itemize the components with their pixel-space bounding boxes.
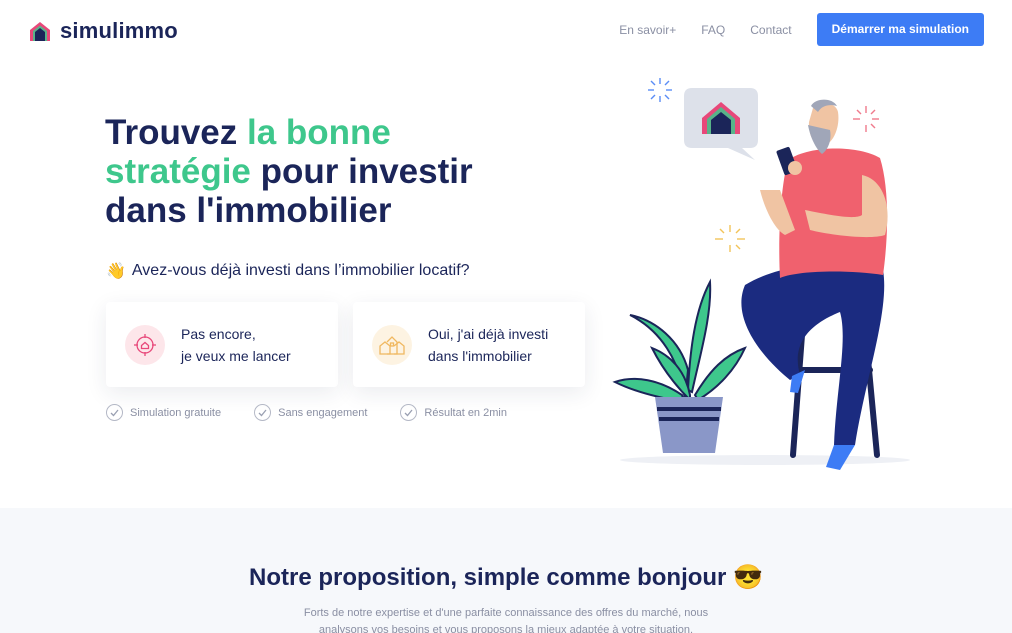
- option-already-invested[interactable]: Oui, j'ai déjà investi dans l'immobilier: [353, 302, 585, 387]
- check-icon: [400, 404, 418, 421]
- logo[interactable]: simulimmo: [28, 18, 178, 44]
- nav-en-savoir[interactable]: En savoir+: [619, 23, 676, 37]
- option-already-invested-label: Oui, j'ai déjà investi dans l'immobilier: [428, 323, 548, 367]
- header: simulimmo En savoir+ FAQ Contact Démarre…: [0, 0, 1012, 60]
- start-simulation-button[interactable]: Démarrer ma simulation: [816, 13, 984, 46]
- houses-icon: [372, 324, 412, 365]
- nav-faq[interactable]: FAQ: [701, 23, 725, 37]
- option-not-yet-line1: Pas encore,: [181, 325, 256, 342]
- sparkle-blue: [648, 78, 672, 102]
- option-already-invested-line2: dans l'immobilier: [428, 347, 532, 364]
- waving-hand-icon: 👋: [106, 263, 126, 280]
- hero-title: Trouvez la bonne stratégie pour investir…: [105, 113, 525, 230]
- speech-bubble: [684, 88, 758, 160]
- check-icon: [106, 404, 123, 421]
- plant: [612, 278, 747, 453]
- investment-question: 👋 Avez-vous déjà investi dans l’immobili…: [106, 261, 470, 281]
- sparkle-yellow: [715, 225, 745, 252]
- proposition-title: Notre proposition, simple comme bonjour …: [249, 564, 763, 591]
- proposition-text: Forts de notre expertise et d'une parfai…: [303, 607, 709, 633]
- option-already-invested-line1: Oui, j'ai déjà investi: [428, 325, 549, 342]
- nav-contact[interactable]: Contact: [750, 23, 791, 37]
- hero-title-part1: Trouvez: [105, 113, 247, 152]
- feature-item: Sans engagement: [254, 404, 367, 421]
- sparkle-pink: [853, 106, 879, 132]
- feature-item: Simulation gratuite: [106, 404, 221, 421]
- feature-label: Résultat en 2min: [424, 406, 507, 419]
- hero-illustration: [612, 78, 910, 470]
- question-text: Avez-vous déjà investi dans l’immobilier…: [131, 262, 470, 279]
- option-not-yet[interactable]: Pas encore, je veux me lancer: [106, 302, 338, 387]
- feature-label: Simulation gratuite: [130, 406, 222, 419]
- feature-label: Sans engagement: [278, 406, 368, 419]
- feature-item: Résultat en 2min: [400, 404, 507, 421]
- brand-name: simulimmo: [60, 18, 178, 43]
- option-not-yet-label: Pas encore, je veux me lancer: [181, 323, 291, 367]
- check-icon: [254, 404, 272, 421]
- feature-list: Simulation gratuite Sans engagement Résu…: [106, 404, 540, 421]
- person: [741, 99, 888, 470]
- target-home-icon: [125, 324, 165, 365]
- option-not-yet-line2: je veux me lancer: [181, 347, 291, 364]
- house-logo-icon: [30, 22, 50, 41]
- top-nav: En savoir+ FAQ Contact Démarrer ma simul…: [619, 13, 984, 46]
